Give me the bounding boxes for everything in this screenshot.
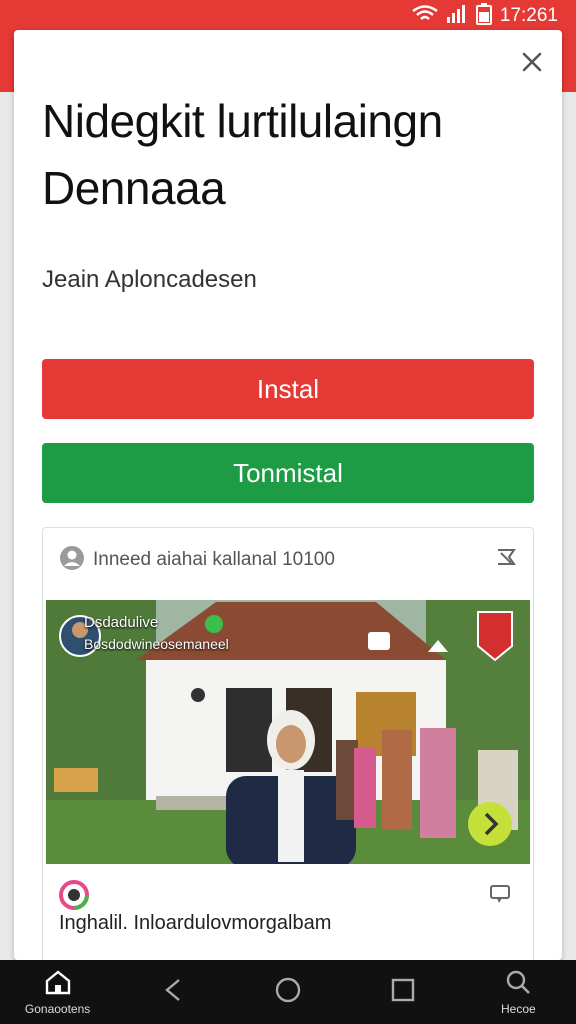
dialog-title: Nidegkit lurtilulaingn Dennaaa [42, 88, 532, 221]
video-thumbnail[interactable]: Dsdadulive Bosdodwineosemaneel [46, 600, 530, 864]
circle-home-icon [274, 976, 302, 1009]
close-icon [521, 51, 543, 78]
nav-home[interactable]: Gonaootens [8, 960, 108, 1024]
wifi-icon [412, 4, 438, 28]
nav-search-label: Hecoe [501, 1001, 536, 1016]
home-icon [44, 969, 72, 1000]
card-caption: Inghalil. Inloardulovmorgalbam [59, 912, 332, 934]
nav-home-circle[interactable] [238, 960, 338, 1024]
share-icon[interactable] [489, 884, 513, 909]
close-button[interactable] [518, 50, 546, 78]
signal-icon [446, 4, 468, 29]
status-icons: 17:261 [412, 2, 558, 30]
card-header-text: Inneed aiahai kallanal 10100 [93, 549, 335, 570]
square-recents-icon [390, 977, 416, 1008]
dialog-title-line2: Dennaaa [42, 161, 226, 214]
flag-icon[interactable] [495, 547, 517, 574]
status-time: 17:261 [499, 5, 558, 26]
dialog-title-line1: Nidegkit lurtilulaingn [42, 95, 443, 147]
search-icon [505, 969, 531, 1000]
channel-avatar-icon[interactable] [59, 880, 89, 915]
nav-search[interactable]: Hecoe [468, 960, 568, 1024]
install-button[interactable]: Instal [42, 359, 534, 419]
nav-back[interactable] [123, 960, 223, 1024]
navigation-bar: Gonaootens Hecoe [0, 960, 576, 1024]
dialog-subtitle: Jeain Aploncadesen [42, 266, 257, 293]
nav-home-label: Gonaootens [24, 1001, 91, 1016]
overlay-subtitle: Bosdodwineosemaneel [84, 636, 229, 652]
uninstall-button[interactable]: Tonmistal [42, 443, 534, 503]
nav-recents[interactable] [353, 960, 453, 1024]
media-card[interactable]: Inneed aiahai kallanal 10100 Dsdadulive … [42, 527, 534, 967]
battery-icon [475, 2, 492, 30]
overlay-channel-name: Dsdadulive [84, 614, 159, 631]
install-dialog: Nidegkit lurtilulaingn Dennaaa Jeain Apl… [14, 30, 562, 967]
user-icon [59, 545, 85, 576]
back-icon [161, 976, 185, 1009]
card-header: Inneed aiahai kallanal 10100 [59, 545, 517, 576]
